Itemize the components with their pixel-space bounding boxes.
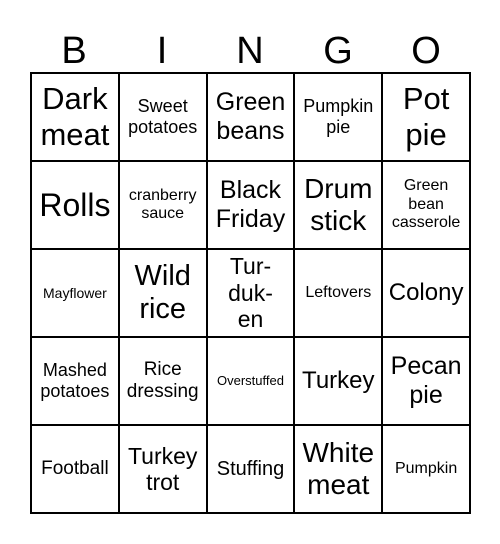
bingo-cell[interactable]: Green beans: [206, 73, 295, 161]
bingo-cell[interactable]: Overstuffed: [206, 337, 295, 425]
header-letter: G: [323, 30, 353, 72]
bingo-cell[interactable]: Black Friday: [206, 161, 295, 249]
bingo-cell[interactable]: Tur-duk-en: [206, 249, 295, 337]
header-letter: O: [411, 30, 441, 72]
bingo-cell[interactable]: Mashed potatoes: [31, 337, 119, 425]
bingo-cell[interactable]: Green bean casserole: [382, 161, 470, 249]
bingo-cell[interactable]: Pumpkin pie: [294, 73, 383, 161]
bingo-header: B I N G O: [30, 30, 470, 72]
bingo-cell[interactable]: Dark meat: [31, 73, 119, 161]
header-letter: B: [61, 30, 87, 72]
bingo-cell[interactable]: White meat: [294, 425, 383, 513]
bingo-cell[interactable]: Leftovers: [294, 249, 383, 337]
bingo-cell[interactable]: Rolls: [31, 161, 119, 249]
bingo-cell[interactable]: Football: [31, 425, 119, 513]
bingo-cell[interactable]: Mayflower: [31, 249, 119, 337]
bingo-cell[interactable]: Turkey trot: [118, 425, 207, 513]
bingo-cell[interactable]: Drum stick: [294, 161, 383, 249]
header-letter: N: [236, 30, 264, 72]
bingo-cell[interactable]: Wild rice: [118, 249, 207, 337]
bingo-cell[interactable]: cranberry sauce: [118, 161, 207, 249]
bingo-cell[interactable]: Turkey: [294, 337, 383, 425]
bingo-cell[interactable]: Stuffing: [206, 425, 295, 513]
header-letter: I: [156, 30, 168, 72]
bingo-grid: Dark meat Sweet potatoes Green beans Pum…: [30, 72, 471, 514]
bingo-cell[interactable]: Sweet potatoes: [118, 73, 207, 161]
bingo-cell[interactable]: Pumpkin: [382, 425, 470, 513]
bingo-cell[interactable]: Pecan pie: [382, 337, 470, 425]
bingo-cell[interactable]: Colony: [382, 249, 470, 337]
bingo-cell[interactable]: Pot pie: [382, 73, 470, 161]
bingo-cell[interactable]: Rice dressing: [118, 337, 207, 425]
